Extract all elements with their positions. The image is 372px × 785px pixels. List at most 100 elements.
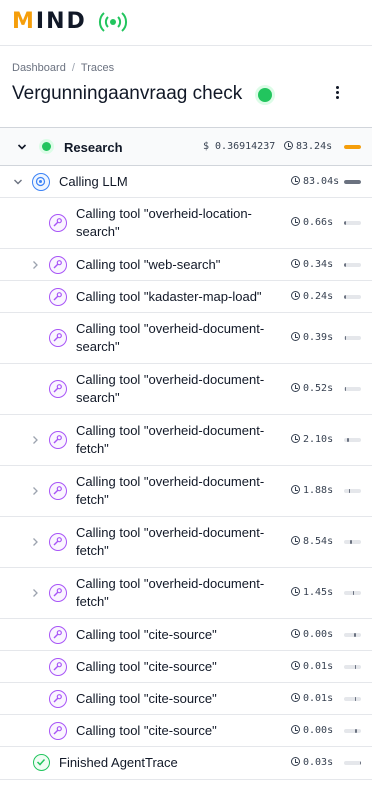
clock-icon (291, 258, 300, 268)
span-label: Calling tool "cite-source" (76, 627, 217, 642)
trace-row-finished[interactable]: Finished AgentTrace 0.03s (0, 747, 372, 780)
duration-value: 83.24s (296, 141, 333, 152)
duration: 0.66s (291, 216, 333, 230)
timeline-fill (344, 145, 361, 149)
clock-icon (291, 757, 300, 766)
kebab-menu-icon[interactable] (330, 84, 344, 102)
chevron-down-icon[interactable] (13, 177, 23, 187)
clock-icon (291, 434, 300, 443)
span-label: Calling tool "cite-source" (76, 691, 217, 706)
duration-value: 2.10s (303, 434, 334, 445)
breadcrumb-dashboard[interactable]: Dashboard (12, 62, 66, 74)
timeline-bar (344, 632, 361, 637)
span-label: Calling tool "cite-source" (76, 659, 217, 674)
trace-tree: Research $ 0.36914237 83.24s Calling LLM… (0, 127, 372, 780)
duration: 83.24s (284, 140, 332, 154)
chevron-right-icon[interactable] (30, 537, 40, 547)
trace-row-tool[interactable]: Calling tool "overheid-document-fetch" 2.… (0, 415, 372, 466)
clock-icon (291, 175, 300, 185)
span-label: Calling tool "cite-source" (76, 723, 217, 738)
timeline-bar (344, 262, 361, 267)
live-signal-icon (98, 12, 128, 32)
duration-value: 0.24s (303, 290, 334, 302)
clock-icon (291, 692, 300, 702)
duration: 0.34s (291, 258, 333, 272)
clock-icon (291, 332, 300, 341)
span-label: Calling tool "overheid-document-search" (76, 372, 265, 405)
page-title: Vergunningaanvraag check (12, 83, 243, 104)
trace-row-research[interactable]: Research $ 0.36914237 83.24s (0, 128, 372, 166)
timeline-bar (344, 145, 361, 149)
span-label: Calling LLM (59, 174, 128, 189)
timeline-fill (344, 294, 346, 299)
timeline-fill (352, 591, 354, 595)
span-label: Calling tool "overheid-document-fetch" (76, 576, 265, 609)
timeline-bar (344, 664, 361, 669)
clock-icon (291, 383, 300, 392)
clock-icon (284, 141, 293, 150)
duration: 1.45s (291, 586, 333, 600)
span-label: Calling tool "web-search" (76, 257, 221, 272)
chevron-right-icon[interactable] (30, 260, 40, 270)
duration: 8.54s (291, 535, 333, 549)
logo[interactable]: MIND (12, 9, 87, 35)
trace-row-tool[interactable]: Calling tool "cite-source" 0.01s (0, 683, 372, 715)
duration-value: 0.03s (303, 757, 334, 768)
span-label: Calling tool "kadaster-map-load" (76, 289, 262, 304)
timeline-bar (344, 728, 361, 733)
wrench-icon (49, 721, 67, 740)
trace-row-tool[interactable]: Calling tool "overheid-location-search" 0… (0, 198, 372, 249)
duration-value: 8.54s (303, 536, 334, 547)
span-label: Research (64, 140, 123, 155)
timeline-fill (344, 179, 361, 184)
wrench-icon (49, 255, 67, 274)
timeline-fill (344, 336, 346, 340)
timeline-fill (344, 387, 347, 391)
trace-row-tool[interactable]: Calling tool "cite-source" 0.00s (0, 715, 372, 747)
trace-row-tool[interactable]: Calling tool "overheid-document-fetch" 1.… (0, 568, 372, 619)
wrench-icon (49, 689, 67, 708)
wrench-icon (49, 380, 67, 398)
timeline-bar (344, 696, 361, 701)
wrench-icon (49, 431, 67, 449)
duration-value: 0.00s (303, 628, 334, 640)
chevron-right-icon[interactable] (30, 588, 40, 598)
status-indicator (258, 88, 272, 102)
trace-row-tool[interactable]: Calling tool "cite-source" 0.01s (0, 651, 372, 683)
chevron-down-icon[interactable] (17, 142, 27, 152)
duration: 0.24s (291, 290, 333, 304)
trace-row-tool[interactable]: Calling tool "overheid-document-search" 0… (0, 364, 372, 415)
timeline-bar (344, 179, 361, 184)
duration-value: 83.04s (303, 175, 340, 187)
timeline-bar (344, 489, 361, 493)
trace-row-llm[interactable]: Calling LLM 83.04s (0, 166, 372, 198)
timeline-bar (344, 438, 361, 442)
span-label: Calling tool "overheid-document-fetch" (76, 474, 265, 507)
trace-row-tool[interactable]: Calling tool "overheid-document-fetch" 8.… (0, 517, 372, 568)
trace-row-tool[interactable]: Calling tool "web-search" 0.34s (0, 249, 372, 281)
wrench-icon (49, 287, 67, 306)
timeline-bar (344, 591, 361, 595)
duration: 0.00s (291, 628, 333, 642)
chevron-right-icon[interactable] (30, 486, 40, 496)
timeline-fill (354, 664, 357, 669)
duration-value: 1.45s (303, 587, 334, 598)
wrench-icon (49, 657, 67, 676)
trace-row-tool[interactable]: Calling tool "cite-source" 0.00s (0, 619, 372, 651)
trace-row-tool[interactable]: Calling tool "overheid-document-fetch" 1.… (0, 466, 372, 517)
duration-value: 1.88s (303, 485, 334, 496)
span-label: Calling tool "overheid-document-fetch" (76, 525, 265, 558)
wrench-icon (49, 584, 67, 602)
clock-icon (291, 485, 300, 494)
timeline-fill (354, 696, 357, 701)
chevron-right-icon[interactable] (30, 435, 40, 445)
trace-row-tool[interactable]: Calling tool "kadaster-map-load" 0.24s (0, 281, 372, 313)
trace-row-tool[interactable]: Calling tool "overheid-document-search" 0… (0, 313, 372, 364)
cost-value: $ 0.36914237 (203, 141, 276, 152)
duration-value: 0.66s (303, 217, 334, 228)
clock-icon (291, 290, 300, 300)
breadcrumb-traces[interactable]: Traces (81, 62, 114, 74)
span-label: Finished AgentTrace (59, 755, 178, 770)
duration-value: 0.00s (303, 724, 334, 736)
wrench-icon (49, 533, 67, 551)
